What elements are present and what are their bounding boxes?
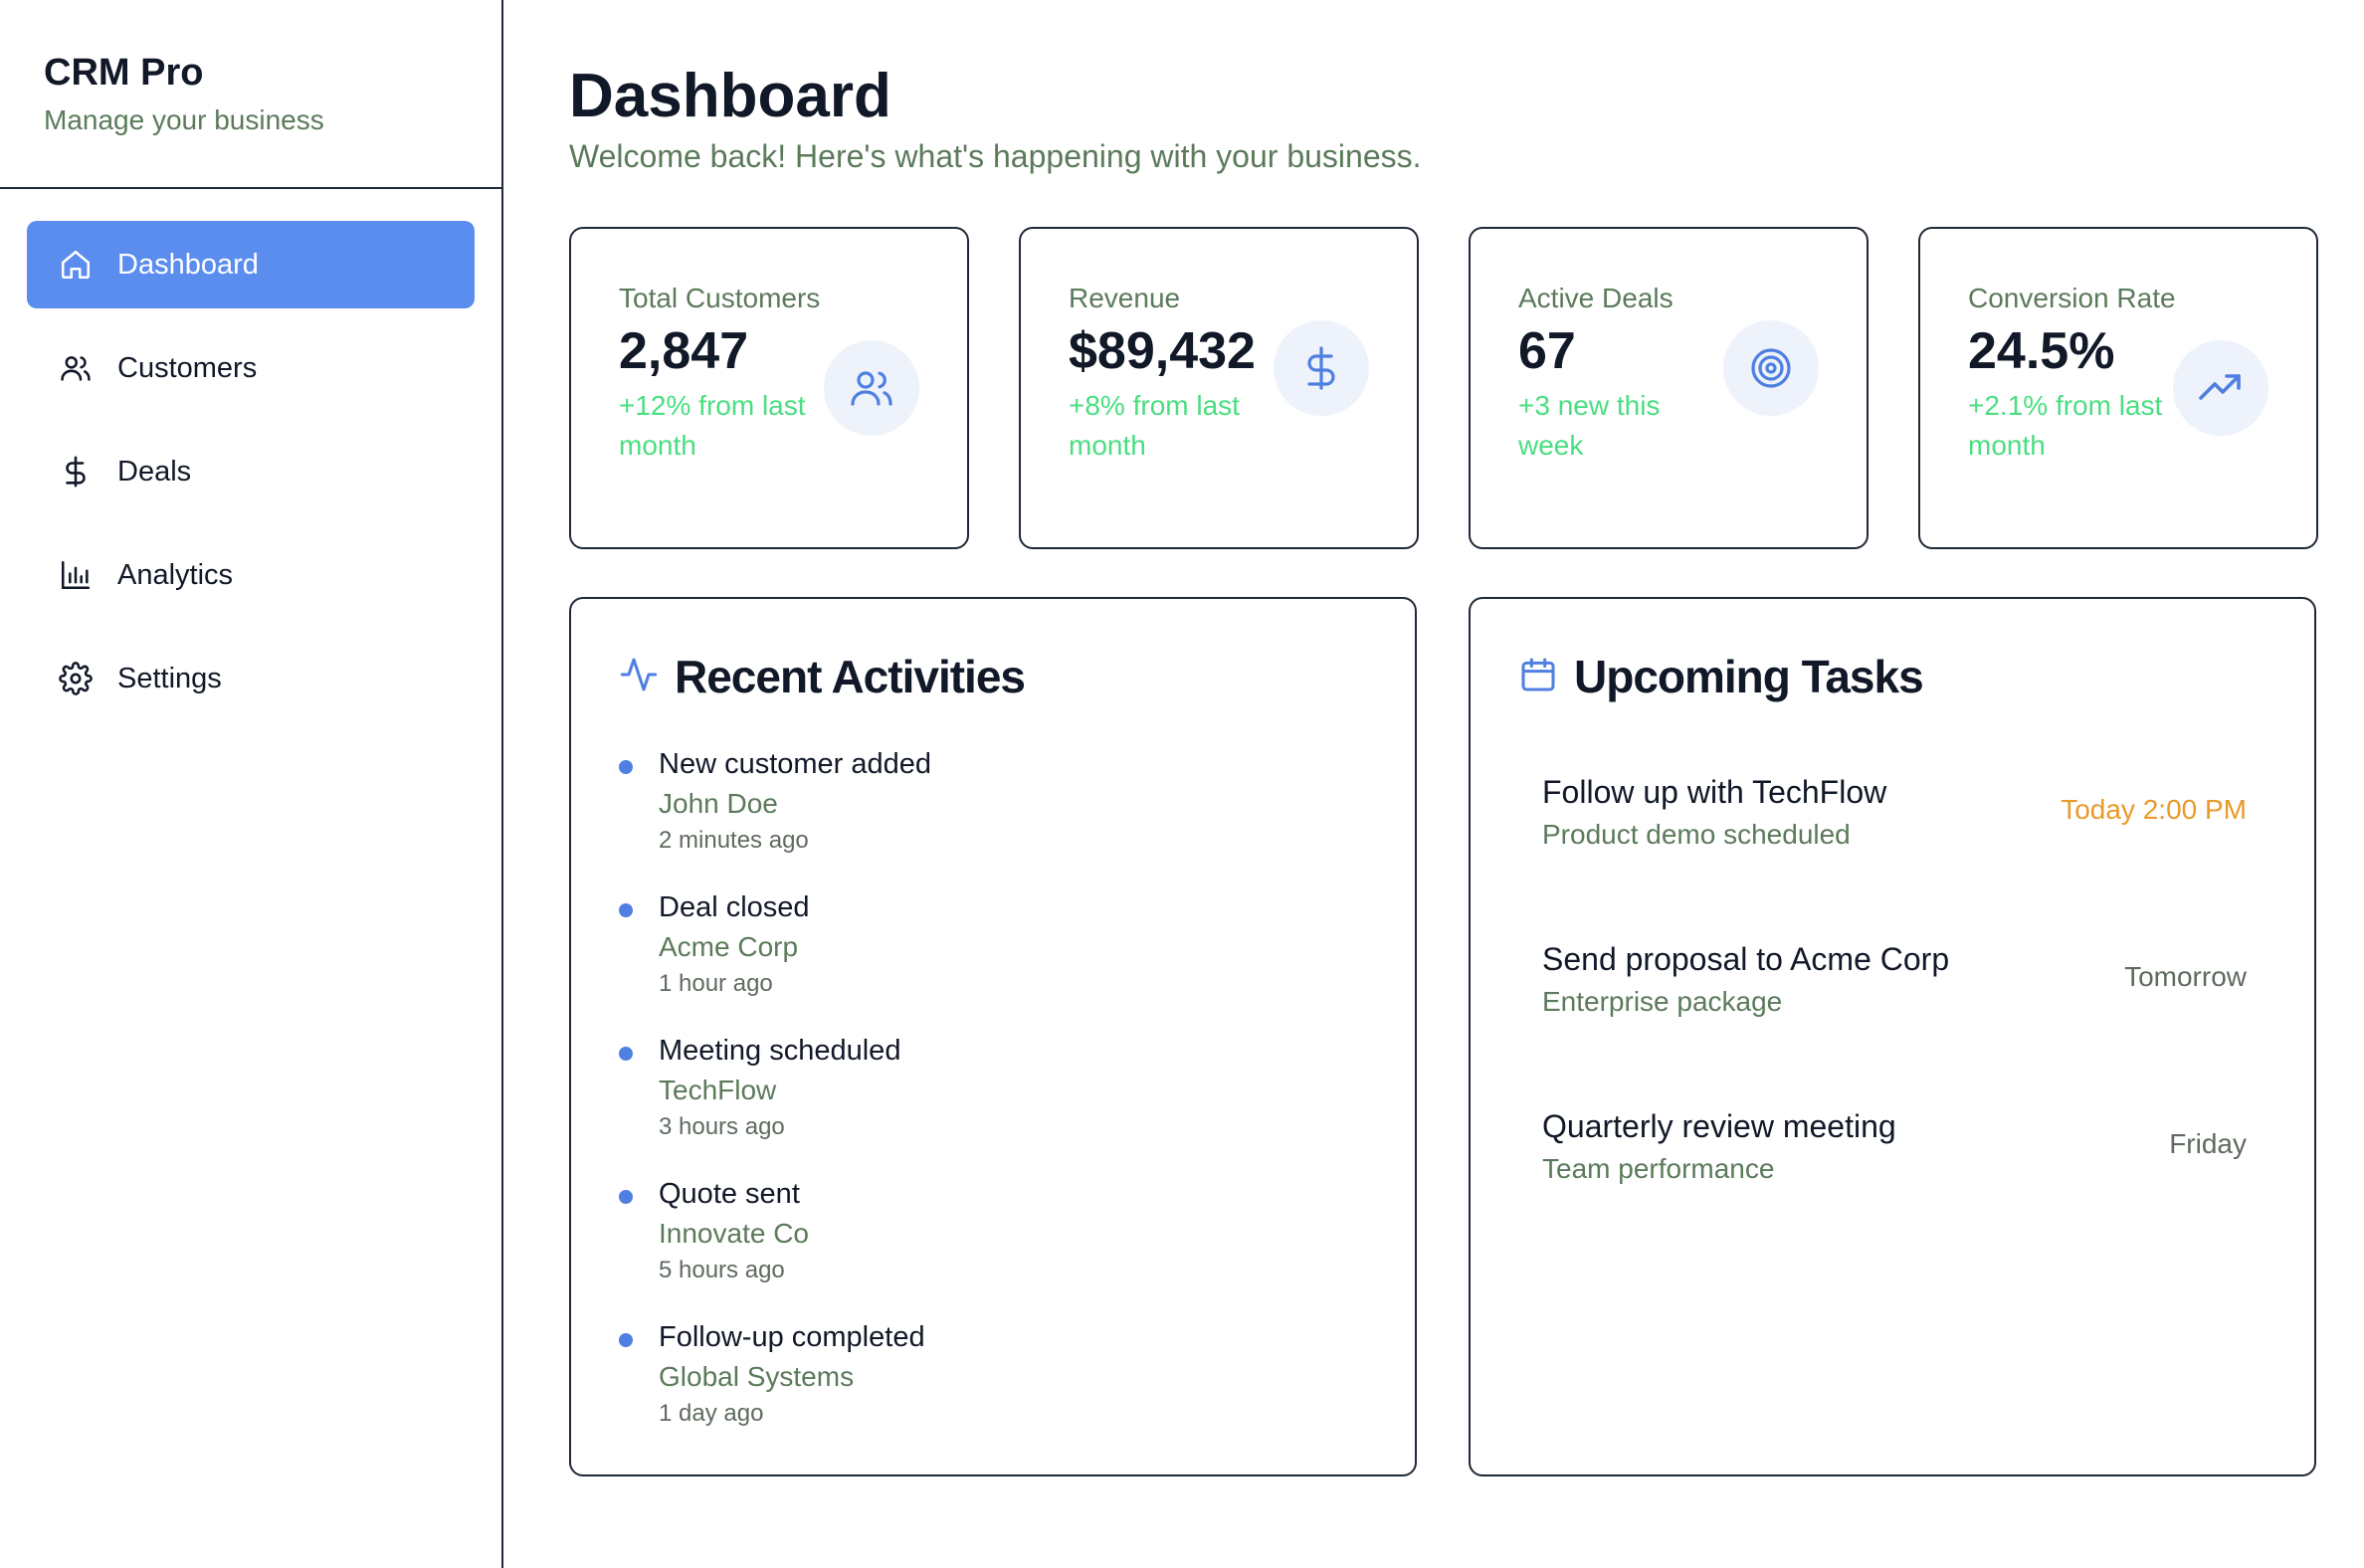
status-dot (619, 903, 633, 917)
stat-card-active-deals: Active Deals 67 +3 new this week (1469, 227, 1869, 549)
activity-item: Quote sent Innovate Co 5 hours ago (619, 1174, 1375, 1287)
task-due: Today 2:00 PM (2061, 794, 2247, 825)
activity-subject: Global Systems (659, 1361, 855, 1392)
sidebar-item-label: Deals (117, 455, 192, 488)
task-due: Tomorrow (2124, 961, 2247, 992)
activity-subject: John Doe (659, 788, 778, 819)
target-icon (1723, 320, 1819, 416)
task-item[interactable]: Follow up with TechFlow Product demo sch… (1542, 770, 2247, 856)
calendar-icon (1518, 655, 1574, 699)
status-dot (619, 760, 633, 774)
activity-time: 5 hours ago (659, 1257, 785, 1283)
main-content: Dashboard Welcome back! Here's what's ha… (505, 0, 2364, 1568)
activity-subject: TechFlow (659, 1075, 777, 1105)
activity-title: New customer added (659, 748, 932, 780)
sidebar-item-dashboard[interactable]: Dashboard (27, 221, 475, 308)
activity-item: New customer added John Doe 2 minutes ag… (619, 744, 1375, 858)
task-due: Friday (2169, 1128, 2247, 1159)
users-icon (824, 340, 919, 436)
stat-change: +3 new this week (1518, 390, 1661, 461)
activity-title: Deal closed (659, 891, 810, 923)
trending-up-icon (2173, 340, 2268, 436)
status-dot (619, 1047, 633, 1061)
page-title: Dashboard (569, 62, 891, 130)
bar-chart-icon (59, 558, 93, 592)
activity-icon (619, 655, 675, 699)
activity-item: Deal closed Acme Corp 1 hour ago (619, 887, 1375, 1001)
task-title: Quarterly review meeting (1542, 1108, 1896, 1144)
stat-value: 24.5% (1968, 322, 2115, 380)
status-dot (619, 1190, 633, 1204)
dollar-icon (1274, 320, 1369, 416)
stat-card-conversion-rate: Conversion Rate 24.5% +2.1% from last mo… (1918, 227, 2318, 549)
panel-title: Upcoming Tasks (1574, 651, 1924, 702)
sidebar-nav: Dashboard Customers Deals Analytics Sett… (0, 189, 501, 722)
activity-time: 1 day ago (659, 1400, 764, 1427)
stat-value: 67 (1518, 322, 1576, 380)
stat-change: +12% from last month (619, 390, 806, 461)
sidebar-item-customers[interactable]: Customers (27, 324, 475, 412)
brand-subtitle: Manage your business (44, 104, 324, 135)
stat-change: +8% from last month (1069, 390, 1240, 461)
brand: CRM Pro Manage your business (0, 0, 501, 189)
task-detail: Team performance (1542, 1153, 1775, 1184)
task-item[interactable]: Quarterly review meeting Team performanc… (1542, 1104, 2247, 1190)
activity-title: Follow-up completed (659, 1321, 925, 1353)
home-icon (59, 248, 93, 282)
stat-card-revenue: Revenue $89,432 +8% from last month (1019, 227, 1419, 549)
activity-time: 1 hour ago (659, 970, 773, 997)
activity-item: Follow-up completed Global Systems 1 day… (619, 1317, 1375, 1431)
stat-label: Conversion Rate (1968, 283, 2176, 313)
stat-value: 2,847 (619, 322, 749, 380)
sidebar-item-analytics[interactable]: Analytics (27, 531, 475, 619)
activity-time: 2 minutes ago (659, 827, 809, 854)
sidebar-item-label: Customers (117, 351, 258, 384)
sidebar-item-label: Settings (117, 662, 222, 694)
page-subtitle: Welcome back! Here's what's happening wi… (569, 138, 1422, 174)
dollar-icon (59, 455, 93, 489)
task-item[interactable]: Send proposal to Acme Corp Enterprise pa… (1542, 937, 2247, 1023)
activity-subject: Acme Corp (659, 931, 799, 962)
brand-title: CRM Pro (44, 52, 204, 94)
sidebar: CRM Pro Manage your business Dashboard C… (0, 0, 503, 1568)
sidebar-item-label: Analytics (117, 558, 234, 591)
activity-subject: Innovate Co (659, 1218, 809, 1249)
panel-header: Upcoming Tasks (1518, 649, 1924, 704)
status-dot (619, 1333, 633, 1347)
stat-label: Active Deals (1518, 283, 1674, 313)
panel-title: Recent Activities (675, 651, 1026, 702)
stat-label: Total Customers (619, 283, 821, 313)
panel-header: Recent Activities (619, 649, 1026, 704)
activity-time: 3 hours ago (659, 1113, 785, 1140)
activity-item: Meeting scheduled TechFlow 3 hours ago (619, 1031, 1375, 1144)
stat-change: +2.1% from last month (1968, 390, 2163, 461)
gear-icon (59, 662, 93, 695)
app-window: CRM Pro Manage your business Dashboard C… (0, 0, 2364, 1568)
stat-label: Revenue (1069, 283, 1181, 313)
activity-title: Meeting scheduled (659, 1035, 901, 1067)
recent-activities-panel: Recent Activities New customer added Joh… (569, 597, 1417, 1476)
upcoming-tasks-panel: Upcoming Tasks Follow up with TechFlow P… (1469, 597, 2316, 1476)
stat-value: $89,432 (1069, 322, 1256, 380)
activity-title: Quote sent (659, 1178, 800, 1210)
sidebar-item-label: Dashboard (117, 248, 259, 281)
sidebar-item-settings[interactable]: Settings (27, 635, 475, 722)
stat-card-total-customers: Total Customers 2,847 +12% from last mon… (569, 227, 969, 549)
sidebar-item-deals[interactable]: Deals (27, 428, 475, 515)
users-icon (59, 351, 93, 385)
